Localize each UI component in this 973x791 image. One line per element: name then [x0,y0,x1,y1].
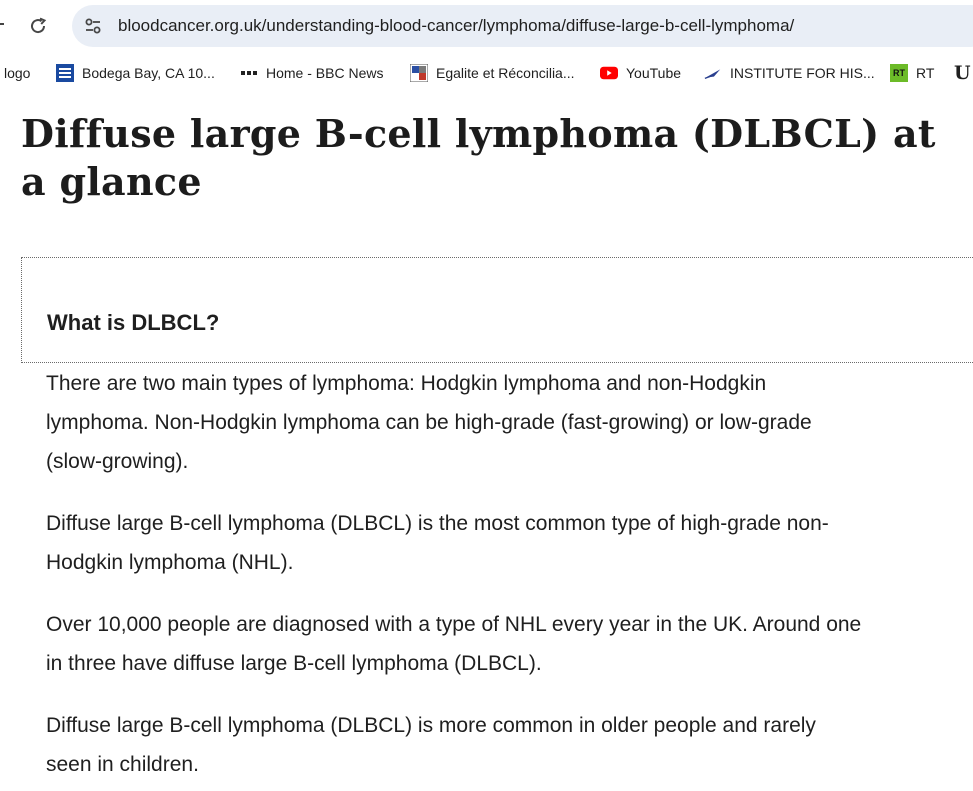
site-info-icon[interactable] [82,15,104,37]
bookmark-institute[interactable]: INSTITUTE FOR HIS... [704,62,875,84]
institute-icon [704,64,722,82]
url-text[interactable]: bloodcancer.org.uk/understanding-blood-c… [118,16,794,36]
bookmark-label: RT [916,65,935,81]
bookmark-logo[interactable]: logo [4,62,30,84]
accordion-what-is-dlbcl[interactable]: What is DLBCL? [21,257,973,363]
bookmark-u[interactable]: U [954,62,971,84]
bookmark-label: U [954,62,971,84]
bookmark-label: Egalite et Réconcilia... [436,65,575,81]
bookmark-egalite[interactable]: Egalite et Réconcilia... [410,62,575,84]
paragraph: Diffuse large B-cell lymphoma (DLBCL) is… [46,714,816,776]
bookmark-bbc-news[interactable]: Home - BBC News [240,62,383,84]
bookmark-bodega-bay[interactable]: Bodega Bay, CA 10... [56,62,215,84]
paragraph: There are two main types of lymphoma: Ho… [46,372,812,473]
weather-channel-icon [56,64,74,82]
rt-icon: RT [890,64,908,82]
egalite-icon [410,64,428,82]
accordion-heading[interactable]: What is DLBCL? [47,310,219,336]
bookmark-label: INSTITUTE FOR HIS... [730,65,875,81]
bookmark-label: Bodega Bay, CA 10... [82,65,215,81]
bookmark-label: logo [4,65,31,81]
browser-toolbar: bloodcancer.org.uk/understanding-blood-c… [0,0,973,52]
bookmark-rt[interactable]: RT RT [890,62,934,84]
page-title: Diffuse large B-cell lymphoma (DLBCL) at… [21,111,936,204]
reload-icon[interactable] [26,14,50,38]
bookmark-label: Home - BBC News [266,65,384,81]
back-arrow-icon[interactable] [0,16,8,32]
bookmarks-bar: logo Bodega Bay, CA 10... Home - BBC New… [0,56,973,90]
paragraph: Diffuse large B-cell lymphoma (DLBCL) is… [46,512,829,574]
bbc-icon [240,64,258,82]
bookmark-label: YouTube [626,65,682,81]
paragraph: Over 10,000 people are diagnosed with a … [46,613,862,675]
bookmark-youtube[interactable]: YouTube [600,62,681,84]
address-bar[interactable]: bloodcancer.org.uk/understanding-blood-c… [72,5,973,47]
youtube-icon [600,64,618,82]
